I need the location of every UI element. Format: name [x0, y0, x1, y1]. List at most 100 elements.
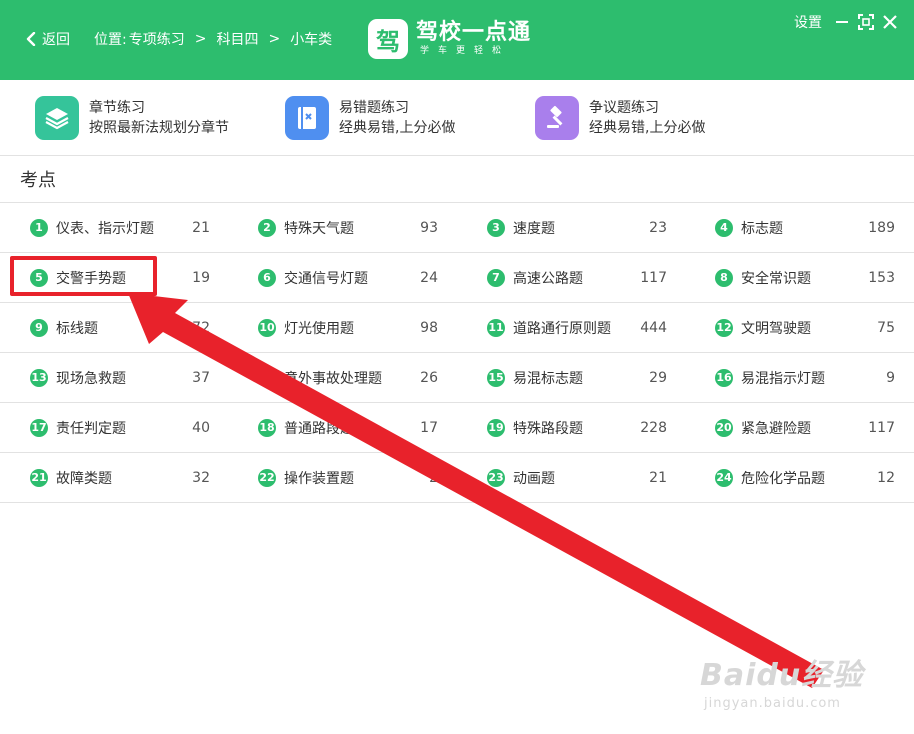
fullscreen-button[interactable]: [858, 14, 874, 30]
topic-count: 21: [192, 219, 210, 236]
topic-number-badge: 2: [258, 218, 276, 237]
topic-item[interactable]: 16 易混指示灯题 9: [685, 353, 913, 402]
topic-number-badge: 7: [487, 268, 505, 287]
topic-item[interactable]: 10 灯光使用题 98: [228, 303, 456, 352]
breadcrumb-separator: >: [194, 31, 207, 47]
logo-mark: 驾: [368, 19, 408, 59]
topic-row: 1 仪表、指示灯题 21 2 特殊天气题 93 3 速度题 23 4 标志题 189: [0, 203, 914, 253]
topic-number-badge: 22: [258, 468, 276, 487]
topic-label: 交通信号灯题: [284, 270, 368, 287]
topic-label: 易混指示灯题: [741, 370, 825, 387]
topic-count: 117: [640, 269, 667, 286]
topic-label: 标志题: [741, 220, 783, 237]
topic-item[interactable]: 19 特殊路段题 228: [457, 403, 685, 452]
topic-label: 文明驾驶题: [741, 320, 811, 337]
window-controls: 设置: [794, 12, 898, 32]
topic-item[interactable]: 11 道路通行原则题 444: [457, 303, 685, 352]
topic-number-badge: 8: [715, 268, 733, 287]
topic-number-badge: 24: [715, 468, 733, 487]
mode-title: 章节练习: [89, 100, 145, 116]
topic-count: 98: [420, 319, 438, 336]
topic-label: 普通路段题: [284, 420, 354, 437]
mode-chapter-practice[interactable]: 章节练习 按照最新法规划分章节: [35, 96, 229, 140]
minimize-button[interactable]: [834, 14, 850, 30]
breadcrumb-item-subject-four[interactable]: 科目四: [216, 29, 258, 49]
topic-item[interactable]: 3 速度题 23: [457, 203, 685, 252]
back-button[interactable]: 返回: [26, 28, 70, 50]
topic-number-badge: 1: [30, 218, 48, 237]
topic-item[interactable]: 20 紧急避险题 117: [685, 403, 913, 452]
breadcrumb-separator: >: [268, 31, 281, 47]
topic-label: 交警手势题: [56, 270, 126, 287]
topic-item[interactable]: 8 安全常识题 153: [685, 253, 913, 302]
topic-count: 93: [420, 219, 438, 236]
topic-count: 189: [868, 219, 895, 236]
topic-number-badge: 9: [30, 318, 48, 337]
topic-label: 速度题: [513, 220, 555, 237]
topic-label: 标线题: [56, 320, 98, 337]
topic-item[interactable]: 24 危险化学品题 12: [685, 453, 913, 502]
topic-item[interactable]: 9 标线题 72: [0, 303, 228, 352]
fullscreen-icon: [858, 14, 874, 30]
topic-count: 40: [192, 419, 210, 436]
topic-label: 灯光使用题: [284, 320, 354, 337]
topic-item[interactable]: 13 现场急救题 37: [0, 353, 228, 402]
topic-item[interactable]: 5 交警手势题 19: [0, 253, 228, 302]
topic-number-badge: 5: [30, 268, 48, 287]
topic-item[interactable]: 23 动画题 21: [457, 453, 685, 502]
topic-item[interactable]: 17 责任判定题 40: [0, 403, 228, 452]
mode-error-practice[interactable]: 易错题练习 经典易错,上分必做: [285, 96, 455, 140]
topic-number-badge: 19: [487, 418, 505, 437]
topic-count: 17: [420, 419, 438, 436]
topic-count: 9: [886, 369, 895, 386]
topic-item[interactable]: 22 操作装置题 2: [228, 453, 456, 502]
topic-item[interactable]: 1 仪表、指示灯题 21: [0, 203, 228, 252]
topic-number-badge: 23: [487, 468, 505, 487]
topic-grid: 1 仪表、指示灯题 21 2 特殊天气题 93 3 速度题 23 4 标志题 189 5 交警手势题 19 6…: [0, 203, 914, 503]
topic-item[interactable]: 18 普通路段题 17: [228, 403, 456, 452]
topic-item[interactable]: 7 高速公路题 117: [457, 253, 685, 302]
topic-number-badge: 3: [487, 218, 505, 237]
topic-item[interactable]: 14 意外事故处理题 26: [228, 353, 456, 402]
close-button[interactable]: [882, 14, 898, 30]
topic-label: 动画题: [513, 470, 555, 487]
mode-dispute-practice[interactable]: 争议题练习 经典易错,上分必做: [535, 96, 705, 140]
practice-modes: 章节练习 按照最新法规划分章节 易错题练习 经典易错,上分必做 争议题练习 经典…: [0, 80, 914, 156]
topic-label: 操作装置题: [284, 470, 354, 487]
topic-row: 9 标线题 72 10 灯光使用题 98 11 道路通行原则题 444 12 文明驾驶题 75: [0, 303, 914, 353]
topic-row: 13 现场急救题 37 14 意外事故处理题 26 15 易混标志题 29 16 易混指示灯题 9: [0, 353, 914, 403]
topic-label: 仪表、指示灯题: [56, 220, 154, 237]
topic-item[interactable]: 2 特殊天气题 93: [228, 203, 456, 252]
topic-count: 117: [868, 419, 895, 436]
topic-label: 现场急救题: [56, 370, 126, 387]
topic-number-badge: 12: [715, 318, 733, 337]
topic-number-badge: 15: [487, 368, 505, 387]
topic-label: 意外事故处理题: [284, 370, 382, 387]
mode-title: 争议题练习: [589, 100, 659, 116]
topic-count: 29: [649, 369, 667, 386]
topic-count: 75: [877, 319, 895, 336]
topic-item[interactable]: 12 文明驾驶题 75: [685, 303, 913, 352]
topic-count: 12: [877, 469, 895, 486]
topic-item[interactable]: 4 标志题 189: [685, 203, 913, 252]
mode-icon-box: [285, 96, 329, 140]
topic-label: 特殊路段题: [513, 420, 583, 437]
topic-item[interactable]: 6 交通信号灯题 24: [228, 253, 456, 302]
breadcrumb-item-car-class: 小车类: [290, 32, 333, 48]
breadcrumb-item-special-practice[interactable]: 专项练习: [129, 29, 185, 49]
settings-button[interactable]: 设置: [794, 12, 822, 32]
topic-label: 责任判定题: [56, 420, 126, 437]
mode-subtitle: 经典易错,上分必做: [589, 120, 706, 136]
close-icon: [883, 15, 897, 29]
topic-item[interactable]: 15 易混标志题 29: [457, 353, 685, 402]
topic-count: 23: [649, 219, 667, 236]
logo-slogan: 学车更轻松: [420, 46, 511, 56]
topic-number-badge: 13: [30, 368, 48, 387]
mode-icon-box: [535, 96, 579, 140]
mode-subtitle: 按照最新法规划分章节: [89, 120, 229, 136]
topic-label: 特殊天气题: [284, 220, 354, 237]
topic-item[interactable]: 21 故障类题 32: [0, 453, 228, 502]
app-logo: 驾 驾校一点通 学车更轻松: [368, 19, 531, 59]
topic-row: 5 交警手势题 19 6 交通信号灯题 24 7 高速公路题 117 8 安全常识题 153: [0, 253, 914, 303]
topic-number-badge: 18: [258, 418, 276, 437]
